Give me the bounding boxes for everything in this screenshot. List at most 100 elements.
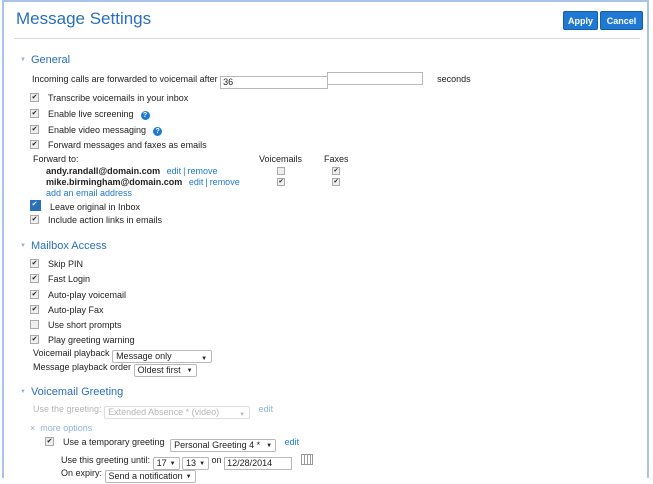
dropdown-arrow-icon: ▼ (239, 412, 246, 418)
forward-delay-row: Incoming calls are forwarded to voicemai… (32, 72, 471, 89)
collapse-triangle-icon: ▼ (20, 389, 26, 395)
skip-pin-label: Skip PIN (48, 259, 84, 269)
leave-original-checkbox[interactable] (30, 200, 41, 211)
dropdown-arrow-icon: ▼ (185, 474, 192, 480)
dropdown-arrow-icon: ▼ (201, 356, 208, 362)
recipient-row: andy.randall@domain.com edit | remove (46, 166, 218, 177)
forward-to-label: Forward to: (33, 154, 79, 164)
leave-original-row[interactable]: Leave original in Inbox (30, 200, 140, 213)
help-icon[interactable]: ? (153, 127, 163, 136)
recipient-edit-link[interactable]: edit (167, 166, 182, 176)
section-greeting-header[interactable]: ▼ Voicemail Greeting (20, 386, 123, 398)
transcribe-checkbox[interactable] (30, 93, 39, 102)
greeting-warning-label: Play greeting warning (48, 335, 135, 345)
skip-pin-row[interactable]: Skip PIN (30, 259, 83, 270)
use-greeting-row: Use the greeting: Extended Absence * (vi… (33, 404, 273, 419)
section-general-header[interactable]: ▼ General (20, 54, 70, 66)
recipient-remove-link[interactable]: remove (210, 177, 240, 187)
dropdown-arrow-icon: ▼ (199, 461, 206, 467)
expiry-row: On expiry: Send a notification ▼ (61, 468, 196, 483)
video-messaging-checkbox[interactable] (30, 125, 39, 134)
section-mailbox-title: Mailbox Access (30, 240, 107, 252)
header-divider (14, 38, 640, 39)
temp-greeting-label: Use a temporary greeting (63, 437, 165, 447)
expiry-select[interactable]: Send a notification ▼ (104, 470, 196, 483)
temp-greeting-edit-link[interactable]: edit (285, 437, 300, 447)
recipient-email: andy.randall@domain.com (46, 166, 161, 176)
faxes-column-header: Faxes (324, 154, 349, 164)
until-hour-value: 17 (156, 458, 167, 468)
recipient-voicemails-checkbox[interactable] (277, 167, 285, 175)
section-mailbox-header[interactable]: ▼ Mailbox Access (20, 240, 107, 252)
temp-greeting-checkbox[interactable] (45, 437, 54, 446)
transcribe-label: Transcribe voicemails in your inbox (48, 93, 189, 103)
include-links-row[interactable]: Include action links in emails (30, 215, 162, 226)
use-greeting-value: Extended Absence * (video) (108, 407, 220, 417)
autoplay-fax-row[interactable]: Auto-play Fax (30, 305, 104, 316)
live-screening-label: Enable live screening (48, 109, 134, 119)
until-label: Use this greeting until: (61, 455, 151, 465)
forward-delay-input-extension[interactable] (326, 72, 423, 85)
forward-delay-unit: seconds (437, 74, 471, 84)
cancel-button[interactable]: Cancel (600, 11, 643, 30)
video-messaging-row[interactable]: Enable video messaging? (30, 125, 163, 136)
use-greeting-edit-link[interactable]: edit (259, 404, 274, 414)
calendar-icon[interactable] (300, 454, 313, 465)
greeting-warning-checkbox[interactable] (30, 335, 39, 344)
section-greeting-title: Voicemail Greeting (30, 386, 124, 398)
include-links-label: Include action links in emails (48, 215, 163, 225)
voicemails-column-header: Voicemails (259, 154, 303, 164)
fast-login-checkbox[interactable] (30, 274, 39, 283)
collapse-triangle-icon: ▼ (20, 57, 26, 63)
use-greeting-select[interactable]: Extended Absence * (video) ▼ (104, 406, 251, 419)
fast-login-row[interactable]: Fast Login (30, 274, 90, 285)
collapse-triangle-icon: ▼ (20, 243, 26, 249)
leave-original-label: Leave original in Inbox (50, 202, 141, 212)
include-links-checkbox[interactable] (30, 215, 39, 224)
order-label: Message playback order (33, 362, 132, 372)
help-icon[interactable]: ? (140, 111, 150, 120)
recipient-voicemails-checkbox[interactable] (277, 178, 285, 186)
use-greeting-label: Use the greeting: (33, 404, 102, 414)
recipient-email: mike.birmingham@domain.com (46, 177, 183, 187)
collapse-x-icon: × (30, 423, 36, 433)
short-prompts-row[interactable]: Use short prompts (30, 320, 122, 331)
recipient-edit-link[interactable]: edit (189, 177, 204, 187)
more-options-link[interactable]: more options (40, 423, 92, 433)
autoplay-fax-label: Auto-play Fax (48, 305, 104, 315)
recipient-faxes-checkbox[interactable] (332, 167, 340, 175)
recipient-faxes-checkbox[interactable] (332, 178, 340, 186)
temp-greeting-row: Use a temporary greeting Personal Greeti… (45, 437, 299, 452)
video-messaging-label: Enable video messaging (48, 125, 147, 135)
live-screening-row[interactable]: Enable live screening? (30, 109, 150, 120)
playback-label: Voicemail playback (33, 348, 110, 358)
short-prompts-checkbox[interactable] (30, 320, 39, 329)
forward-emails-checkbox[interactable] (30, 140, 39, 149)
autoplay-voicemail-label: Auto-play voicemail (48, 290, 127, 300)
order-select[interactable]: Oldest first ▼ (133, 364, 197, 377)
temp-greeting-select[interactable]: Personal Greeting 4 * ▼ (170, 439, 277, 452)
temp-greeting-value: Personal Greeting 4 * (174, 440, 261, 450)
until-date-input[interactable]: 12/28/2014 (224, 457, 293, 470)
link-separator: | (183, 166, 186, 176)
add-email-link[interactable]: add an email address (46, 188, 132, 199)
autoplay-voicemail-row[interactable]: Auto-play voicemail (30, 290, 126, 301)
autoplay-voicemail-checkbox[interactable] (30, 290, 39, 299)
autoplay-fax-checkbox[interactable] (30, 305, 39, 314)
page-title: Message Settings (16, 9, 152, 28)
recipient-row: mike.birmingham@domain.com edit | remove (46, 177, 240, 188)
forward-emails-row[interactable]: Forward messages and faxes as emails (30, 140, 207, 151)
forward-delay-input[interactable]: 36 (220, 76, 329, 89)
skip-pin-checkbox[interactable] (30, 259, 39, 268)
recipient-remove-link[interactable]: remove (188, 166, 218, 176)
greeting-warning-row[interactable]: Play greeting warning (30, 335, 135, 346)
apply-button[interactable]: Apply (563, 11, 598, 30)
live-screening-checkbox[interactable] (30, 109, 39, 118)
fast-login-label: Fast Login (48, 274, 91, 284)
short-prompts-label: Use short prompts (48, 320, 122, 330)
dropdown-arrow-icon: ▼ (186, 368, 193, 374)
order-row: Message playback order Oldest first ▼ (33, 362, 197, 377)
more-options-row[interactable]: × more options (30, 423, 92, 434)
transcribe-row[interactable]: Transcribe voicemails in your inbox (30, 93, 188, 104)
forward-emails-label: Forward messages and faxes as emails (48, 140, 207, 150)
